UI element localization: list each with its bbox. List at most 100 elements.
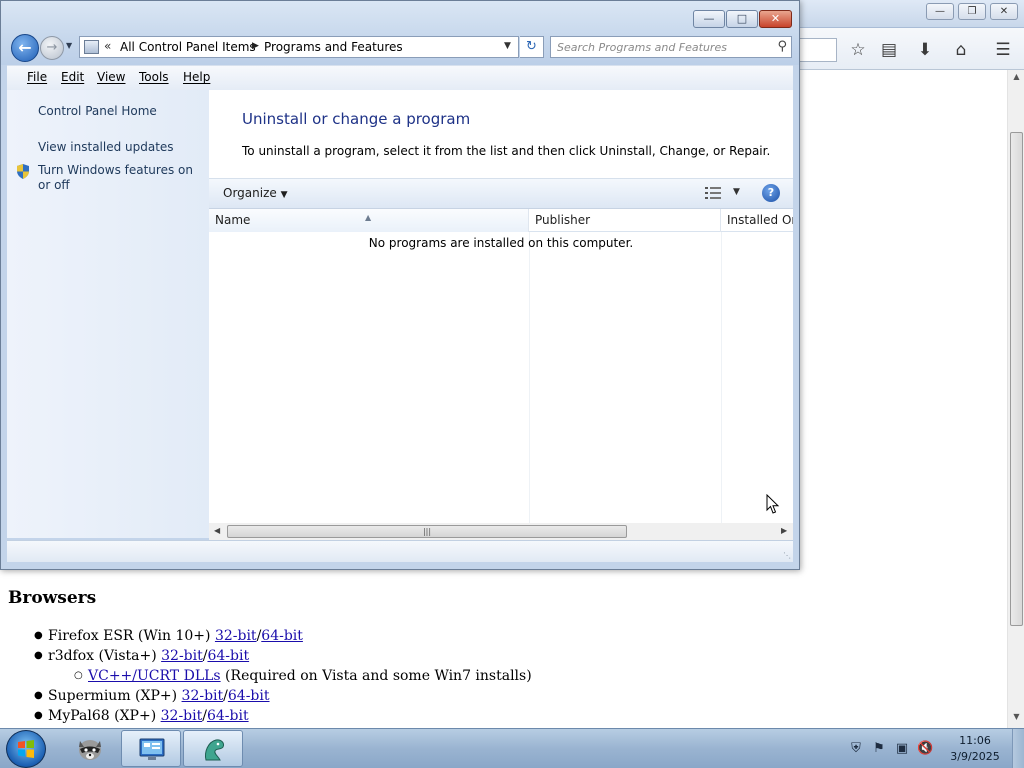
link-32bit[interactable]: 32-bit (182, 688, 224, 704)
sidebar-link-windows-features[interactable]: Turn Windows features on or off (38, 163, 203, 193)
horizontal-scrollbar[interactable]: ◀ ||| ▶ (209, 523, 793, 540)
link-vc-dlls[interactable]: VC++/UCRT DLLs (88, 668, 221, 684)
list-item: Supermium (XP+) 32-bit/64-bit (8, 686, 998, 706)
browser-list: Firefox ESR (Win 10+) 32-bit/64-bit r3df… (8, 626, 998, 726)
volume-muted-icon[interactable]: 🔇 (917, 741, 933, 757)
menu-icon[interactable]: ☰ (991, 38, 1015, 62)
list-item: Firefox ESR (Win 10+) 32-bit/64-bit (8, 626, 998, 646)
browser-close-button[interactable]: ✕ (990, 3, 1018, 20)
menu-file[interactable]: File (27, 70, 47, 84)
control-panel-app-icon (139, 738, 165, 760)
address-bar[interactable]: « All Control Panel Items ▶ Programs and… (79, 36, 519, 58)
column-headers: ▲ Name Publisher Installed On (209, 209, 793, 232)
forward-arrow-icon[interactable]: → (40, 36, 64, 60)
menu-edit[interactable]: Edit (61, 70, 84, 84)
link-32bit[interactable]: 32-bit (161, 648, 203, 664)
system-clock[interactable]: 11:06 3/9/2025 (944, 733, 1006, 765)
column-header-installed-on[interactable]: Installed On (721, 209, 793, 232)
resize-grip-icon[interactable]: ⋱ (783, 551, 791, 560)
link-64bit[interactable]: 64-bit (261, 628, 303, 644)
browser-page-content: Browsers Firefox ESR (Win 10+) 32-bit/64… (8, 588, 998, 726)
clock-time: 11:06 (959, 734, 991, 747)
maximize-button[interactable]: □ (726, 10, 758, 28)
link-64bit[interactable]: 64-bit (207, 708, 249, 724)
scroll-left-arrow-icon[interactable]: ◀ (214, 526, 220, 535)
taskbar-app-dragon[interactable] (183, 730, 243, 767)
recent-pages-chevron-icon[interactable]: ▼ (66, 41, 72, 50)
sidebar-link-control-panel-home[interactable]: Control Panel Home (38, 104, 157, 119)
list-item: MyPal68 (XP+) 32-bit/64-bit (8, 706, 998, 726)
system-tray: ⛨ ⚑ ▣ 🔇 11:06 3/9/2025 (840, 729, 1024, 768)
action-center-flag-icon[interactable]: ⚑ (871, 741, 887, 757)
sidebar-link-view-installed-updates[interactable]: View installed updates (38, 140, 174, 155)
dragon-app-icon (205, 739, 224, 761)
clock-date: 3/9/2025 (950, 750, 1000, 763)
window-body: Control Panel Home View installed update… (7, 90, 793, 540)
link-64bit[interactable]: 64-bit (228, 688, 270, 704)
column-installed-on-label: Installed On (727, 213, 793, 227)
windows-logo-icon (18, 740, 34, 758)
reading-list-icon[interactable]: ▤ (877, 38, 901, 62)
organize-button[interactable]: Organize ▼ (223, 186, 288, 200)
search-box[interactable]: ⚲ (550, 36, 792, 58)
minimize-button[interactable]: — (693, 10, 725, 28)
close-button[interactable]: ✕ (759, 10, 792, 28)
column-header-publisher[interactable]: Publisher (529, 209, 721, 232)
status-bar: ⋱ (7, 540, 793, 562)
taskbar-app-control-panel[interactable] (121, 730, 181, 767)
scroll-down-arrow-icon[interactable]: ▼ (1011, 712, 1022, 726)
view-options-icon[interactable] (705, 187, 721, 199)
refresh-icon[interactable]: ↻ (520, 36, 544, 58)
task-sidebar: Control Panel Home View installed update… (7, 90, 209, 538)
security-shield-icon[interactable]: ⛨ (848, 741, 864, 757)
star-icon[interactable]: ☆ (846, 38, 870, 62)
link-32bit[interactable]: 32-bit (215, 628, 257, 644)
command-bar: Organize ▼ ▼ ? (209, 178, 793, 209)
control-panel-icon (84, 40, 99, 54)
menu-help[interactable]: Help (183, 70, 210, 84)
search-input[interactable] (551, 37, 769, 57)
network-icon[interactable]: ▣ (894, 741, 910, 757)
taskbar-app-raccoon[interactable] (60, 730, 120, 767)
search-icon[interactable]: ⚲ (777, 39, 787, 54)
menu-tools[interactable]: Tools (139, 70, 169, 84)
mouse-pointer-icon (766, 494, 780, 514)
scroll-up-arrow-icon[interactable]: ▲ (1011, 72, 1022, 86)
browser-url-bar[interactable] (800, 38, 837, 62)
menu-view[interactable]: View (97, 70, 125, 84)
back-arrow-icon[interactable]: ← (11, 34, 39, 62)
list-item: r3dfox (Vista+) 32-bit/64-bit (8, 646, 998, 666)
column-header-name[interactable]: ▲ Name (209, 209, 529, 232)
browser-scroll-thumb[interactable] (1010, 132, 1023, 626)
column-divider (721, 232, 722, 524)
scroll-right-arrow-icon[interactable]: ▶ (781, 526, 787, 535)
show-desktop-button[interactable] (1012, 729, 1024, 768)
column-publisher-label: Publisher (535, 213, 591, 227)
browser-minimize-button[interactable]: — (926, 3, 954, 20)
link-32bit[interactable]: 32-bit (161, 708, 203, 724)
page-title: Uninstall or change a program (242, 110, 471, 128)
address-dropdown-icon[interactable]: ▼ (504, 41, 511, 51)
organize-dropdown-icon: ▼ (280, 190, 288, 200)
page-description: To uninstall a program, select it from t… (242, 144, 771, 158)
help-icon[interactable]: ? (762, 184, 780, 202)
browser-restore-button[interactable]: ❐ (958, 3, 986, 20)
address-overflow-chevron[interactable]: « (104, 39, 111, 53)
view-dropdown-icon[interactable]: ▼ (733, 187, 740, 197)
download-icon[interactable]: ⬇ (913, 38, 937, 62)
breadcrumb-programs-and-features[interactable]: Programs and Features (264, 40, 403, 54)
empty-list-message: No programs are installed on this comput… (368, 236, 634, 250)
page-heading: Browsers (8, 588, 97, 608)
link-64bit[interactable]: 64-bit (207, 648, 249, 664)
start-button[interactable] (6, 730, 46, 768)
home-icon[interactable]: ⌂ (949, 38, 973, 62)
browser-vertical-scrollbar[interactable]: ▲ ▼ (1007, 70, 1024, 728)
breadcrumb-separator-icon[interactable]: ▶ (252, 41, 259, 51)
organize-label: Organize (223, 186, 277, 200)
menu-bar: File Edit View Tools Help (7, 65, 793, 90)
horizontal-scroll-thumb[interactable]: ||| (227, 525, 627, 538)
column-name-label: Name (215, 213, 251, 227)
raccoon-app-icon (79, 740, 101, 760)
breadcrumb-all-control-panel-items[interactable]: All Control Panel Items (120, 40, 256, 54)
window-title-bar: — □ ✕ ← → ▼ « All Control Panel Items ▶ … (1, 1, 799, 65)
